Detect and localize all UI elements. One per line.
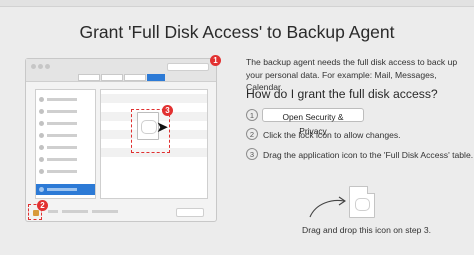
security-privacy-illustration: ➤ 1 2 3 xyxy=(25,55,221,222)
lock-icon xyxy=(33,210,39,216)
page-title: Grant 'Full Disk Access' to Backup Agent xyxy=(79,22,395,42)
window-minimize-dot xyxy=(38,64,43,69)
illustration-sidebar-row xyxy=(36,94,95,105)
illustration-tab-privacy xyxy=(147,74,165,81)
illustration-tab-filevault xyxy=(101,74,123,81)
step-number-1: 1 xyxy=(246,109,258,121)
step-badge-2: 2 xyxy=(37,200,48,211)
step-number-3: 3 xyxy=(246,148,258,160)
drag-caption: Drag and drop this icon on step 3. xyxy=(302,225,431,235)
draggable-app-icon[interactable] xyxy=(349,186,375,218)
arrow-cursor-icon: ➤ xyxy=(156,119,169,136)
step-badge-1: 1 xyxy=(210,55,221,66)
illustration-full-disk-access-table: ➤ xyxy=(100,89,208,199)
illustration-tab-general xyxy=(78,74,100,81)
window-zoom-dot xyxy=(45,64,50,69)
step-badge-3: 3 xyxy=(162,105,173,116)
illustration-search-field xyxy=(167,63,209,71)
illustration-sidebar-row-full-disk-access xyxy=(36,184,95,195)
illustration-sidebar-row xyxy=(36,106,95,117)
illustration-sidebar-row xyxy=(36,166,95,177)
illustration-sidebar-row xyxy=(36,142,95,153)
window-close-dot xyxy=(31,64,36,69)
step-2-text: Click the lock icon to allow changes. xyxy=(263,130,401,140)
illustration-sidebar-row xyxy=(36,118,95,129)
app-document-icon xyxy=(355,198,370,211)
illustration-sidebar xyxy=(35,89,96,199)
step-3-text: Drag the application icon to the 'Full D… xyxy=(263,150,474,160)
step-number-2: 2 xyxy=(246,128,258,140)
window-top-edge xyxy=(0,0,474,7)
illustration-tab-firewall xyxy=(124,74,146,81)
illustration-advanced-button xyxy=(176,208,204,217)
illustration-sidebar-row xyxy=(36,130,95,141)
open-security-privacy-button[interactable]: Open Security & Privacy xyxy=(262,108,364,136)
curved-arrow-icon xyxy=(309,196,346,218)
how-to-heading: How do I grant the full disk access? xyxy=(246,87,438,101)
illustration-sidebar-row xyxy=(36,154,95,165)
